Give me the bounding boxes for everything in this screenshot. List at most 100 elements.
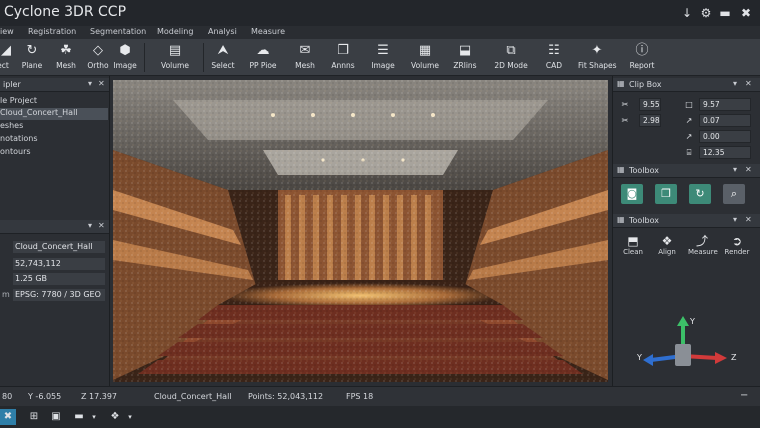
clip-value-field[interactable]: 9.57 — [699, 98, 751, 111]
close-icon[interactable]: ✕ — [745, 79, 752, 88]
ribbon-cad-button[interactable]: ☷ CAD — [542, 41, 566, 74]
explorer-header: ipler ▾ ✕ — [0, 78, 109, 92]
chevron-down-icon[interactable]: ▾ — [88, 221, 92, 230]
ribbon-mesh2-button[interactable]: ✉ Mesh — [293, 41, 317, 74]
layer-view-icon[interactable]: ▬ — [72, 409, 86, 425]
chevron-down-icon[interactable]: ▾ — [733, 165, 737, 174]
status-z: Z 17.397 — [81, 392, 118, 401]
close-icon[interactable]: ✕ — [745, 165, 752, 174]
clip-box-header: ▦ Clip Box ▾ ✕ — [613, 78, 760, 92]
box-icon[interactable]: □ — [683, 99, 695, 111]
ribbon-2d-mode-button[interactable]: ⧉ 2D Mode — [493, 41, 529, 74]
ribbon-select-tool-button[interactable]: ⮝ Select — [210, 41, 236, 74]
status-x: 80 — [2, 392, 13, 401]
image-hierarchy-icon: ☰ — [377, 43, 389, 58]
close-icon[interactable]: ✖ — [738, 5, 754, 21]
menu-modeling[interactable]: Modeling — [157, 27, 193, 36]
explorer-title: ipler — [3, 80, 21, 89]
property-size-value[interactable]: 1.25 GB — [13, 273, 105, 285]
ribbon-select-button[interactable]: ◢ ect — [0, 41, 11, 74]
orbit-tool-icon[interactable]: ↻ — [689, 184, 711, 204]
volume-grid-icon: ▦ — [418, 43, 432, 58]
cut-icon[interactable]: ✂ — [619, 99, 631, 111]
segment-tool-icon[interactable]: ◙ — [621, 184, 643, 204]
ribbon-volume-button[interactable]: ▤ Volume — [160, 41, 190, 74]
measure-tool-icon[interactable]: ⌕ — [723, 184, 745, 204]
wand-icon[interactable]: ↗ — [683, 115, 695, 127]
clean-icon: ⬒ — [627, 234, 639, 248]
mesh-mail-icon: ✉ — [299, 43, 311, 58]
axis-label-y: Y — [689, 317, 695, 326]
chevron-down-icon[interactable]: ▾ — [733, 79, 737, 88]
clean-button[interactable]: ⬒ Clean — [619, 234, 647, 256]
image-view-icon[interactable]: ▣ — [50, 409, 62, 425]
fit-shapes-icon: ✦ — [591, 43, 603, 58]
ribbon-mesh-button[interactable]: ☘ Mesh — [54, 41, 78, 74]
ribbon-image2-button[interactable]: ☰ Image — [369, 41, 397, 74]
ribbon-plane-button[interactable]: ↻ Plane — [20, 41, 44, 74]
close-icon[interactable]: ✕ — [98, 221, 105, 230]
clip-box-title: Clip Box — [629, 80, 662, 89]
measure-button[interactable]: ⤴ Measure — [688, 234, 718, 256]
point-cloud-render — [113, 80, 608, 382]
tree-item[interactable]: notations — [0, 134, 108, 146]
ribbon-annotations-button[interactable]: ❐ Annns — [329, 41, 357, 74]
ribbon-fit-shapes-button[interactable]: ✦ Fit Shapes — [578, 41, 617, 74]
display-mode-icon[interactable]: ❖ — [108, 409, 122, 425]
align-button[interactable]: ❖ Align — [653, 234, 681, 256]
ribbon-image-button[interactable]: ⬢ Image — [112, 41, 138, 74]
add-view-icon[interactable]: ⊞ — [28, 409, 40, 425]
image-icon: ⬢ — [119, 43, 131, 58]
menu-segmentation[interactable]: Segmentation — [90, 27, 146, 36]
clip-value-field[interactable]: 0.07 — [699, 114, 751, 127]
chevron-down-icon[interactable]: ▾ — [90, 409, 98, 425]
grid-icon: ▦ — [617, 165, 625, 174]
ribbon-pipe-button[interactable]: ☁ PP Pioe — [247, 41, 279, 74]
ribbon-volume2-button[interactable]: ▦ Volume — [409, 41, 441, 74]
ribbon-report-button[interactable]: ⓘ Report — [628, 41, 656, 74]
minimize-icon[interactable]: ▬ — [717, 5, 733, 21]
mesh-icon: ☘ — [60, 43, 72, 58]
tree-item[interactable]: eshes — [0, 121, 108, 133]
clip-value-field[interactable]: 9.55 — [639, 98, 661, 111]
z-axis-arrowhead — [715, 352, 727, 364]
3d-viewport[interactable] — [113, 80, 608, 382]
select-cursor-icon: ⮝ — [217, 43, 229, 58]
tree-item[interactable]: le Project — [0, 96, 108, 108]
measure-icon: ⤴ — [695, 234, 708, 248]
gear-icon[interactable]: ⚙ — [698, 5, 714, 21]
select-icon: ◢ — [1, 43, 11, 58]
ribbon-ortho-button[interactable]: ◇ Ortho — [86, 41, 110, 74]
tree-item-selected[interactable]: Cloud_Concert_Hall — [0, 108, 108, 120]
axis-gizmo[interactable]: Y Z Y — [635, 312, 745, 382]
pin-icon[interactable]: ↓ — [679, 5, 695, 21]
minus-icon[interactable]: − — [740, 390, 748, 401]
menu-analysis[interactable]: Analysi — [208, 27, 237, 36]
chevron-down-icon[interactable]: ▾ — [733, 215, 737, 224]
menu-view[interactable]: iew — [0, 27, 14, 36]
render-button[interactable]: ➲ Render — [723, 234, 751, 256]
menu-measure[interactable]: Measure — [251, 27, 285, 36]
menu-registration[interactable]: Registration — [28, 27, 76, 36]
chevron-down-icon[interactable]: ▾ — [126, 409, 134, 425]
property-name-value[interactable]: Cloud_Concert_Hall — [13, 241, 105, 253]
cut-icon[interactable]: ✂ — [619, 115, 631, 127]
chevron-down-icon[interactable]: ▾ — [88, 79, 92, 88]
close-view-icon[interactable]: ✖ — [0, 409, 16, 425]
close-icon[interactable]: ✕ — [98, 79, 105, 88]
clipboard-icon[interactable]: ⌸ — [683, 147, 695, 159]
wand-icon[interactable]: ↗ — [683, 131, 695, 143]
clip-value-field[interactable]: 2.98 — [639, 114, 661, 127]
menu-bar: iew Registration Segmentation Modeling A… — [0, 26, 760, 39]
property-points-value[interactable]: 52,743,112 — [13, 258, 105, 270]
property-crs-value[interactable]: EPSG: 7780 / 3D GEO — [13, 289, 105, 301]
clip-value-field[interactable]: 12.35 — [699, 146, 751, 159]
tree-item[interactable]: ontours — [0, 147, 108, 159]
ribbon-layers-button[interactable]: ⬓ ZRlins — [452, 41, 478, 74]
volume-icon: ▤ — [168, 43, 182, 58]
axis-label-y-left: Y — [636, 353, 642, 362]
clip-value-field[interactable]: 0.00 — [699, 130, 751, 143]
close-icon[interactable]: ✕ — [745, 215, 752, 224]
copy-tool-icon[interactable]: ❐ — [655, 184, 677, 204]
property-row: 52,743,112 — [0, 257, 108, 271]
